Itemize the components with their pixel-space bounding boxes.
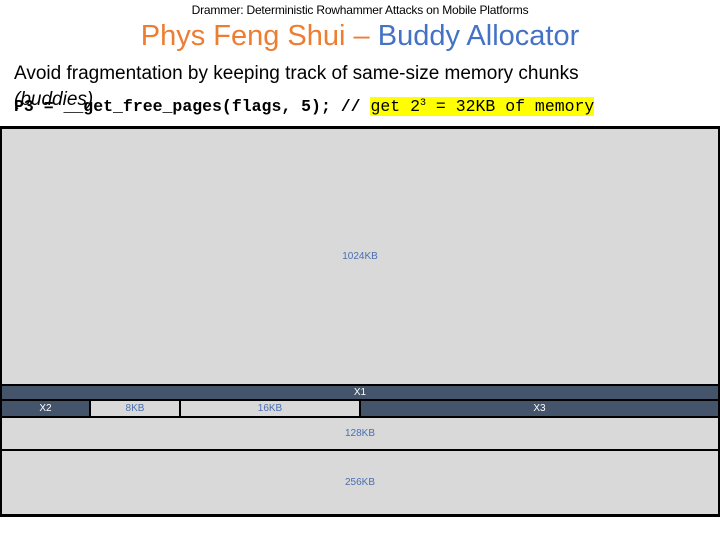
slide-title-part-1: Phys Feng Shui – bbox=[140, 20, 378, 52]
block-x3-allocated: X3 bbox=[361, 401, 718, 416]
memory-diagram: 1024KB X1 X2 8KB 16KB X3 128KB 256KB bbox=[0, 126, 720, 517]
block-x2-allocated: X2 bbox=[2, 401, 89, 416]
block-16kb: 16KB bbox=[181, 401, 359, 416]
block-1024kb: 1024KB bbox=[2, 129, 718, 384]
slide-title: Phys Feng Shui – Buddy Allocator bbox=[0, 16, 720, 56]
code-call: P3 = __get_free_pages(flags, 5); // bbox=[14, 97, 371, 116]
bullet-text: Avoid fragmentation by keeping track of … bbox=[14, 63, 579, 84]
block-x1-allocated: X1 bbox=[2, 386, 718, 399]
code-comment-text: get 2 bbox=[370, 97, 420, 116]
block-256kb: 256KB bbox=[2, 451, 718, 514]
code-comment-text-rest: = 32KB of memory bbox=[426, 97, 595, 116]
block-128kb: 128KB bbox=[2, 418, 718, 449]
code-comment-highlight: get 23 = 32KB of memory bbox=[370, 97, 595, 116]
presentation-subtitle: Drammer: Deterministic Rowhammer Attacks… bbox=[191, 3, 529, 17]
slide-title-part-2: Buddy Allocator bbox=[377, 20, 580, 52]
block-8kb: 8KB bbox=[91, 401, 179, 416]
code-line: P3 = __get_free_pages(flags, 5); // get … bbox=[14, 96, 595, 118]
